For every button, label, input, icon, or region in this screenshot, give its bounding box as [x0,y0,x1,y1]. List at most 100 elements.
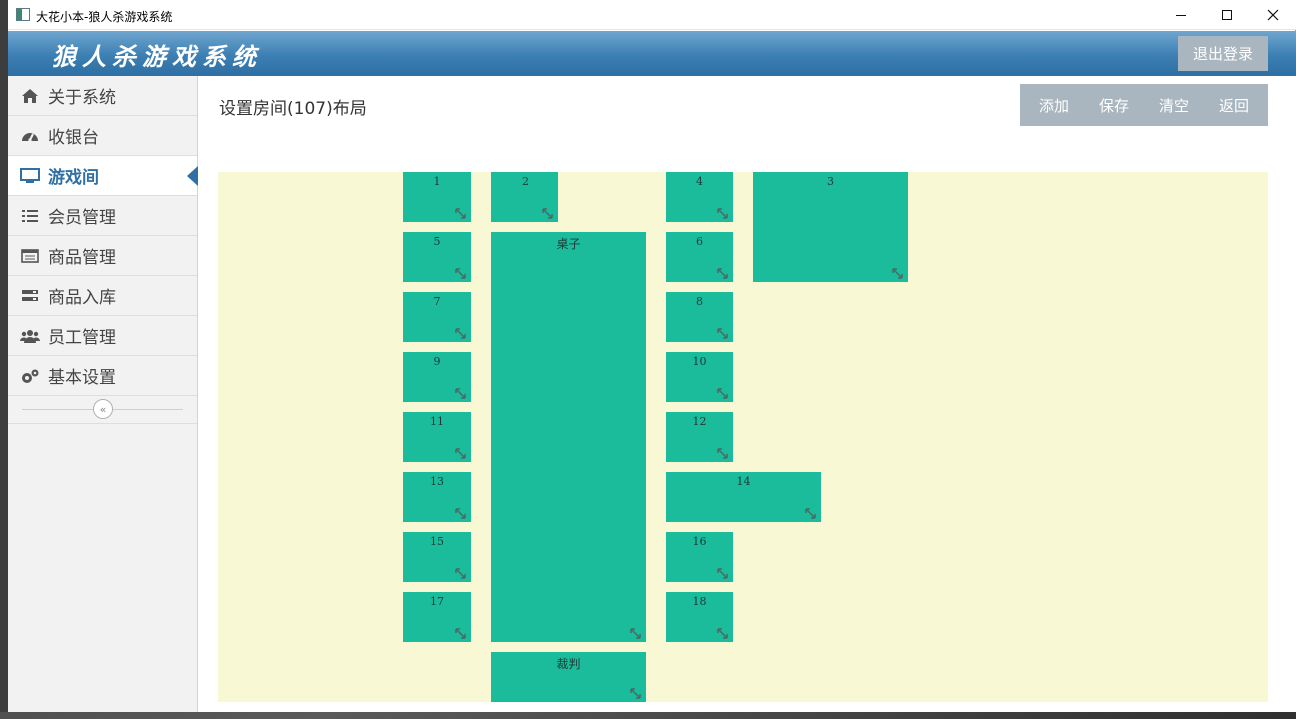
sidebar-item-staff[interactable]: 员工管理 [8,316,197,356]
table-block[interactable]: 桌子 [491,232,646,642]
resize-handle-icon[interactable] [629,627,642,640]
sidebar-item-about[interactable]: 关于系统 [8,76,197,116]
back-button[interactable]: 返回 [1219,95,1249,116]
page-title: 设置房间(107)布局 [219,99,367,119]
server-icon [20,287,40,305]
seat-block[interactable]: 8 [666,292,733,342]
resize-handle-icon[interactable] [454,267,467,280]
block-label: 9 [433,355,441,368]
seat-block[interactable]: 7 [403,292,471,342]
app-header: 狼人杀游戏系统 退出登录 [8,31,1296,76]
resize-handle-icon[interactable] [454,627,467,640]
logout-button[interactable]: 退出登录 [1178,36,1268,71]
resize-handle-icon[interactable] [454,567,467,580]
block-label: 14 [736,475,751,488]
double-chevron-left-icon: « [99,402,107,416]
window-title: 大花小本-狼人杀游戏系统 [36,10,173,24]
seat-block[interactable]: 16 [666,532,733,582]
sidebar-item-label: 基本设置 [48,368,116,388]
resize-handle-icon[interactable] [716,207,729,220]
judge-block[interactable]: 裁判 [491,652,646,702]
resize-handle-icon[interactable] [716,327,729,340]
block-label: 17 [430,595,444,608]
active-indicator [187,166,198,186]
block-label: 11 [430,415,444,428]
seat-block[interactable]: 1 [403,172,471,222]
sidebar-collapse-row: « [8,396,197,424]
seat-block[interactable]: 15 [403,532,471,582]
seat-block[interactable]: 10 [666,352,733,402]
seat-block[interactable]: 11 [403,412,471,462]
minimize-icon [1176,14,1186,16]
seat-block[interactable]: 9 [403,352,471,402]
resize-handle-icon[interactable] [454,507,467,520]
block-label: 10 [692,355,707,368]
resize-handle-icon[interactable] [541,207,554,220]
seat-block[interactable]: 5 [403,232,471,282]
users-icon [20,327,40,345]
block-label: 裁判 [556,657,581,671]
resize-handle-icon[interactable] [454,207,467,220]
seat-block[interactable]: 17 [403,592,471,642]
sidebar-item-label: 收银台 [48,128,99,148]
resize-handle-icon[interactable] [454,447,467,460]
block-label: 12 [692,415,707,428]
block-label: 8 [696,295,703,308]
maximize-button[interactable] [1204,0,1250,30]
brand-title: 狼人杀游戏系统 [52,42,262,71]
sidebar-item-settings[interactable]: 基本设置 [8,356,197,396]
resize-handle-icon[interactable] [804,507,817,520]
resize-handle-icon[interactable] [454,387,467,400]
app-window: 大花小本-狼人杀游戏系统 狼人杀游戏系统 退出登录 关于系统 收银台 游戏间 会… [0,0,1296,712]
save-button[interactable]: 保存 [1099,95,1129,116]
seat-block[interactable]: 13 [403,472,471,522]
add-button[interactable]: 添加 [1039,95,1069,116]
block-label: 桌子 [556,237,581,251]
seat-block[interactable]: 3 [753,172,908,282]
sidebar-item-stock-in[interactable]: 商品入库 [8,276,197,316]
close-button[interactable] [1250,0,1296,30]
block-label: 5 [433,235,441,248]
dashboard-icon [20,127,40,145]
sidebar-item-members[interactable]: 会员管理 [8,196,197,236]
seat-block[interactable]: 12 [666,412,733,462]
resize-handle-icon[interactable] [716,627,729,640]
resize-handle-icon[interactable] [891,267,904,280]
resize-handle-icon[interactable] [716,567,729,580]
resize-handle-icon[interactable] [716,447,729,460]
sidebar-item-game-room[interactable]: 游戏间 [8,156,198,196]
layout-canvas: 1 2 4 3 5 桌子 6 7 8 9 10 11 12 13 14 15 1… [218,172,1268,702]
block-label: 6 [696,235,703,248]
block-label: 4 [696,175,703,188]
title-bar: 大花小本-狼人杀游戏系统 [8,0,1296,30]
sidebar-item-products[interactable]: 商品管理 [8,236,197,276]
main-content: 设置房间(107)布局 添加 保存 清空 返回 1 2 4 3 5 桌子 6 7… [199,76,1296,712]
toolbar: 添加 保存 清空 返回 [1020,84,1268,126]
resize-handle-icon[interactable] [629,687,642,700]
sidebar-item-cashier[interactable]: 收银台 [8,116,197,156]
block-label: 13 [430,475,444,488]
minimize-button[interactable] [1158,0,1204,30]
seat-block[interactable]: 14 [666,472,821,522]
resize-handle-icon[interactable] [454,327,467,340]
clear-button[interactable]: 清空 [1159,95,1189,116]
block-label: 1 [433,175,441,188]
seat-block[interactable]: 18 [666,592,733,642]
table-icon [20,247,40,265]
resize-handle-icon[interactable] [716,387,729,400]
gears-icon [20,367,40,385]
sidebar: 关于系统 收银台 游戏间 会员管理 商品管理 商品入库 员工管理 基本设置 « [8,76,198,712]
block-label: 18 [692,595,707,608]
list-icon [20,207,40,225]
resize-handle-icon[interactable] [716,267,729,280]
seat-block[interactable]: 6 [666,232,733,282]
sidebar-item-label: 会员管理 [48,208,116,228]
block-label: 7 [433,295,441,308]
seat-block[interactable]: 4 [666,172,733,222]
close-icon [1267,9,1279,21]
block-label: 2 [522,175,529,188]
home-icon [20,87,40,105]
sidebar-collapse-button[interactable]: « [93,399,113,419]
sidebar-item-label: 商品管理 [48,248,116,268]
seat-block[interactable]: 2 [491,172,558,222]
